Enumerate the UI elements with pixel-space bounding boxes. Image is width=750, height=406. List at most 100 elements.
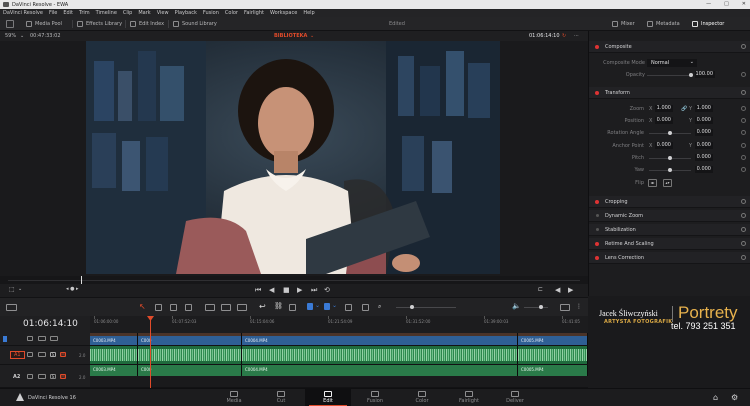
viewer-options-icon[interactable]: ⋯ (574, 33, 579, 39)
audio-clip[interactable]: C000 (138, 365, 242, 376)
replace-clip-icon[interactable] (237, 304, 247, 311)
media-pool-button[interactable]: Media Pool (26, 20, 62, 28)
solo-icon[interactable]: S (50, 352, 56, 357)
pitch-slider[interactable] (668, 156, 672, 160)
menu-clip[interactable]: Clip (123, 10, 132, 16)
anchor-reset-icon[interactable] (741, 143, 746, 148)
menu-timeline[interactable]: Timeline (96, 10, 117, 16)
stabilization-enable-icon[interactable] (596, 228, 599, 231)
rotation-reset-icon[interactable] (741, 130, 746, 135)
full-extent-zoom-icon[interactable] (345, 304, 352, 311)
marker-icon[interactable] (324, 303, 330, 310)
skip-end-icon[interactable]: ⏭ (311, 286, 317, 295)
page-fairlight[interactable]: Fairlight (446, 389, 492, 406)
audio-clip[interactable] (242, 346, 518, 364)
menu-color[interactable]: Color (225, 10, 238, 16)
flag-icon[interactable] (307, 303, 313, 310)
transform-reset-icon[interactable] (741, 90, 746, 95)
section-stabilization[interactable]: Stabilization (589, 224, 750, 236)
page-fusion[interactable]: Fusion (352, 389, 398, 406)
retime-reset-icon[interactable] (741, 241, 746, 246)
track-visibility-icon[interactable] (50, 336, 58, 341)
viewer-zoom-chevron-icon[interactable]: ⌄ (20, 33, 24, 39)
zoom-x-value[interactable]: 1.000 (655, 105, 673, 112)
position-reset-icon[interactable] (741, 118, 746, 123)
flag-chevron-icon[interactable]: ⌄ (315, 302, 320, 309)
cropping-reset-icon[interactable] (741, 199, 746, 204)
track-header-a1[interactable]: A1 S M 2.0 (0, 346, 90, 365)
menu-mark[interactable]: Mark (138, 10, 150, 16)
video-clip[interactable]: C0004.MP4 (242, 333, 518, 345)
section-dynamic-zoom[interactable]: Dynamic Zoom (589, 210, 750, 222)
yaw-value[interactable]: 0.000 (695, 166, 713, 173)
close-icon[interactable]: ✕ (742, 1, 746, 7)
menu-trim[interactable]: Trim (79, 10, 90, 16)
flip-vertical-icon[interactable]: ▴▾ (663, 179, 672, 187)
settings-gear-icon[interactable]: ⚙ (731, 393, 738, 402)
section-lens-correction[interactable]: Lens Correction (589, 252, 750, 264)
menu-view[interactable]: View (157, 10, 169, 16)
page-cut[interactable]: Cut (258, 389, 304, 406)
menu-fairlight[interactable]: Fairlight (244, 10, 264, 16)
page-edit[interactable]: Edit (305, 389, 351, 406)
rotation-value[interactable]: 0.000 (695, 129, 713, 136)
menu-edit[interactable]: Edit (63, 10, 73, 16)
opacity-reset-icon[interactable] (741, 72, 746, 77)
volume-slider[interactable] (539, 305, 543, 309)
layout-icon[interactable] (6, 20, 14, 28)
cropping-enable-icon[interactable] (595, 200, 599, 204)
blade-tool-icon[interactable] (185, 304, 192, 311)
menu-playback[interactable]: Playback (175, 10, 197, 16)
position-lock-icon[interactable] (289, 304, 296, 311)
pitch-reset-icon[interactable] (741, 155, 746, 160)
audio-clip[interactable] (138, 346, 242, 364)
zoom-reset-icon[interactable] (741, 106, 746, 111)
in-point-icon[interactable]: ⊏ (538, 286, 543, 293)
viewer-zoom[interactable]: 59% (5, 33, 16, 39)
stabilization-reset-icon[interactable] (741, 227, 746, 232)
composite-enable-icon[interactable] (595, 45, 599, 49)
marker-chevron-icon[interactable]: ⌄ (332, 302, 337, 309)
position-y-value[interactable]: 0.000 (695, 117, 713, 124)
link-icon[interactable]: 🔗 (681, 106, 687, 112)
composite-reset-icon[interactable] (741, 44, 746, 49)
overwrite-clip-icon[interactable] (221, 304, 231, 311)
maximize-icon[interactable]: □ (724, 1, 729, 7)
track-header-v1[interactable] (0, 333, 90, 346)
track-lock-icon[interactable] (27, 336, 33, 341)
retime-enable-icon[interactable] (595, 242, 599, 246)
viewer-scrubber[interactable] (0, 276, 588, 284)
menu-help[interactable]: Help (303, 10, 314, 16)
solo-icon[interactable]: S (50, 374, 56, 379)
section-retime-scaling[interactable]: Retime And Scaling (589, 238, 750, 250)
audio-clip[interactable]: C0005.MP4 (518, 365, 588, 376)
section-composite[interactable]: Composite (589, 41, 750, 53)
flip-horizontal-icon[interactable]: ◂▸ (648, 179, 657, 187)
pitch-value[interactable]: 0.000 (695, 154, 713, 161)
stop-icon[interactable]: ■ (283, 286, 290, 294)
mute-icon[interactable]: M (60, 374, 66, 379)
detail-zoom-icon[interactable] (362, 304, 369, 311)
page-media[interactable]: Media (211, 389, 257, 406)
anchor-y-value[interactable]: 0.000 (695, 142, 713, 149)
page-deliver[interactable]: Deliver (492, 389, 538, 406)
track-lock-icon[interactable] (27, 352, 33, 357)
dynamic-zoom-reset-icon[interactable] (741, 213, 746, 218)
audio-clip[interactable]: C0004.MP4 (242, 365, 518, 376)
effects-library-button[interactable]: Effects Library (77, 20, 122, 28)
timeline-options-icon[interactable]: ⋮ (576, 303, 582, 310)
match-frame-icon[interactable]: ⬚ (9, 286, 15, 293)
auto-select-icon[interactable] (38, 336, 46, 341)
video-clip[interactable]: C0005.MP4 (518, 333, 588, 345)
audio-clip[interactable] (90, 346, 138, 364)
menu-workspace[interactable]: Workspace (270, 10, 297, 16)
zoom-y-value[interactable]: 1.000 (695, 105, 713, 112)
menu-fusion[interactable]: Fusion (203, 10, 219, 16)
timeline-playhead[interactable] (147, 316, 154, 388)
yaw-reset-icon[interactable] (741, 167, 746, 172)
timeline-name[interactable]: BIBLIOTEKA (274, 33, 307, 39)
sound-library-button[interactable]: Sound Library (173, 20, 217, 28)
auto-select-icon[interactable] (38, 352, 46, 357)
metadata-button[interactable]: Metadata (647, 20, 680, 28)
minimize-icon[interactable]: — (706, 1, 711, 7)
